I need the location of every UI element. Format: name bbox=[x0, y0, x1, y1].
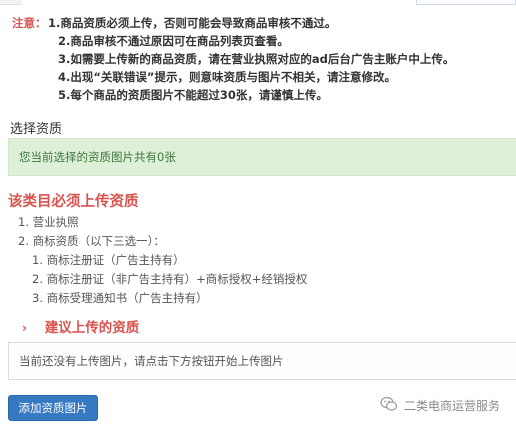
required-item: 1. 营业执照 bbox=[18, 215, 79, 229]
top-left-remnant bbox=[0, 0, 22, 5]
notes-list: 1.商品资质必须上传，否则可能会导致商品审核不通过。 2.商品审核不通过原因可在… bbox=[48, 14, 516, 104]
select-qualification-title: 选择资质 bbox=[10, 122, 63, 137]
suggested-qualification-title: 建议上传的资质 bbox=[44, 320, 140, 336]
required-item: 2. 商标资质（以下三选一）： bbox=[18, 234, 165, 248]
watermark-text: 二类电商运营服务 bbox=[404, 398, 501, 413]
watermark: 二类电商运营服务 bbox=[380, 394, 500, 416]
note-item: 4.出现“关联错误”提示，则意味资质与图片不相关，请注意修改。 bbox=[58, 70, 396, 84]
upload-empty-panel: 当前还没有上传图片，请点击下方按钮开始上传图片 bbox=[8, 342, 516, 380]
required-qualification-title: 该类目必须上传资质 bbox=[8, 194, 139, 210]
required-sub-item: 1. 商标注册证（广告主持有） bbox=[32, 253, 185, 267]
selected-count-alert: 您当前选择的资质图片共有0张 bbox=[8, 138, 516, 176]
add-qualification-image-button[interactable]: 添加资质图片 bbox=[8, 395, 98, 421]
chevron-right-icon: › bbox=[22, 321, 27, 335]
top-strip bbox=[0, 0, 516, 8]
wechat-icon bbox=[380, 396, 404, 415]
note-item: 1.商品资质必须上传，否则可能会导致商品审核不通过。 bbox=[48, 16, 337, 30]
note-item: 2.商品审核不通过原因可在商品列表页查看。 bbox=[58, 34, 289, 48]
note-item: 5.每个商品的资质图片不能超过30张，请谨慎上传。 bbox=[58, 88, 328, 102]
required-qualification-list: 1. 营业执照 2. 商标资质（以下三选一）： 1. 商标注册证（广告主持有） … bbox=[18, 213, 307, 308]
suggested-qualification-toggle[interactable]: › 建议上传的资质 bbox=[22, 316, 139, 336]
note-item: 3.如需要上传新的商品资质，请在营业执照对应的ad后台广告主账户中上传。 bbox=[58, 52, 455, 66]
notes-label: 注意： bbox=[12, 16, 47, 30]
top-right-remnant bbox=[416, 0, 516, 5]
required-sub-item: 2. 商标注册证（非广告主持有）+商标授权+经销授权 bbox=[32, 272, 308, 286]
required-sub-item: 3. 商标受理通知书（广告主持有） bbox=[32, 291, 208, 305]
